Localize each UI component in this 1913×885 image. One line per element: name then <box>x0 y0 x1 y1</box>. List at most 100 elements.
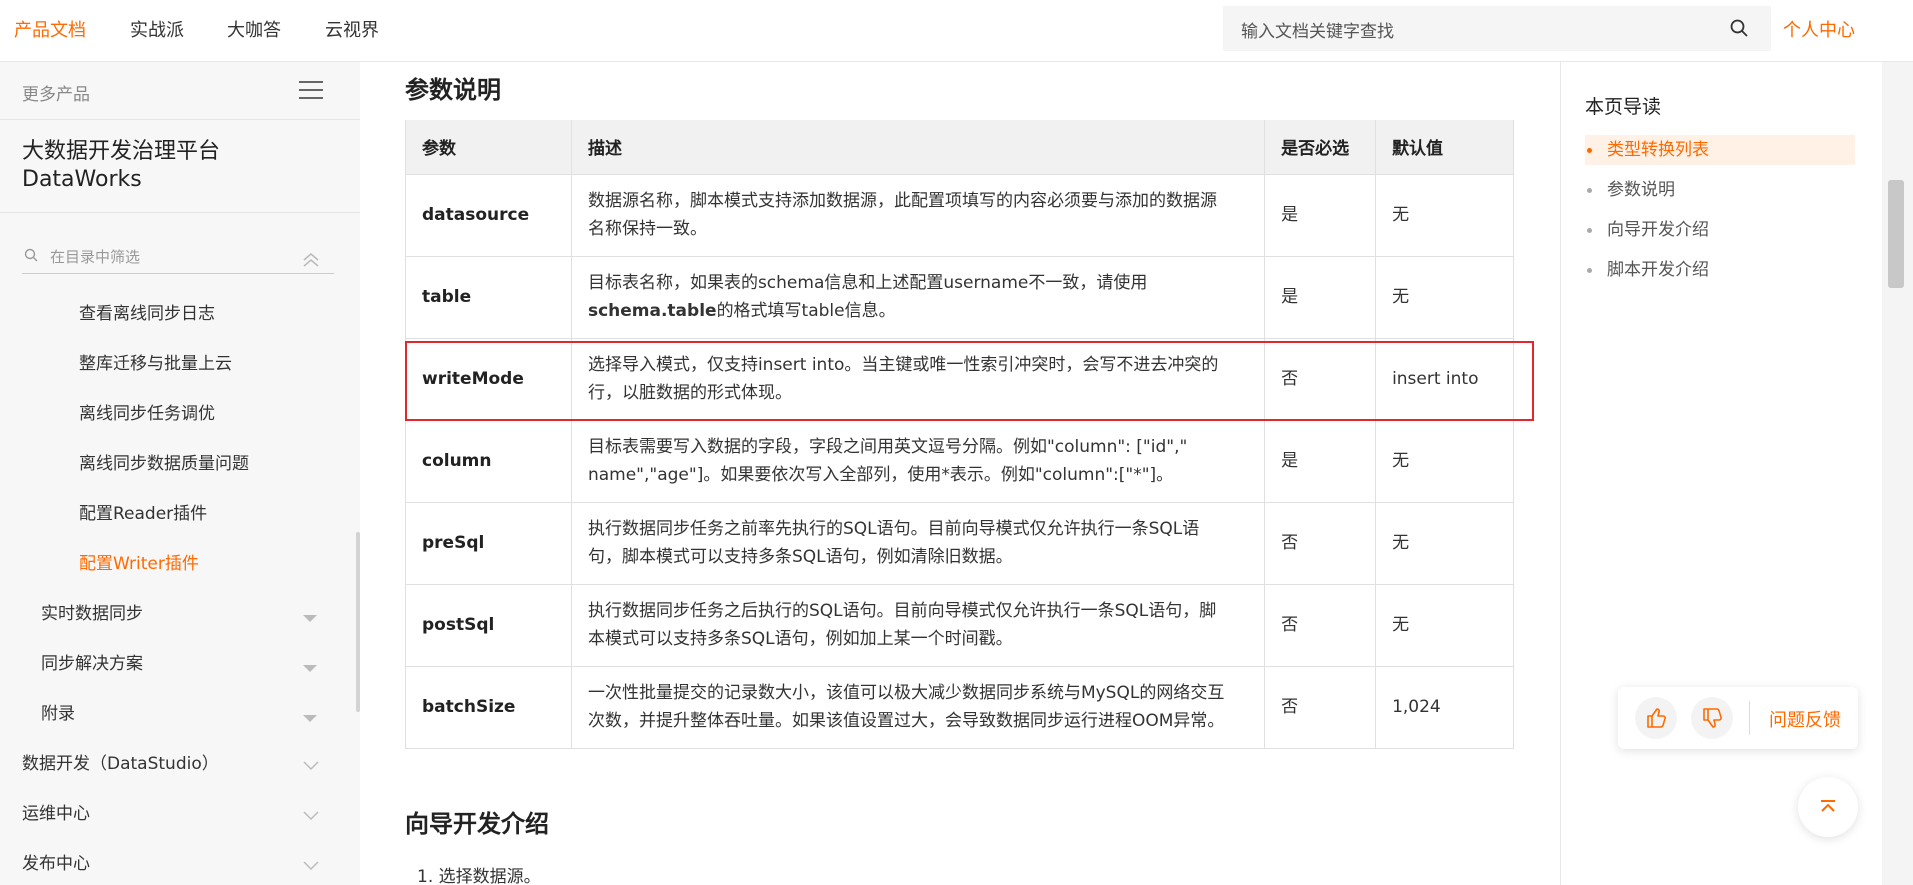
sidebar-item-sync-tuning[interactable]: 离线同步任务调优 <box>79 399 215 424</box>
sidebar-item-release-center[interactable]: 发布中心 <box>22 849 90 874</box>
param-name: writeMode <box>405 338 572 421</box>
param-default: 无 <box>1375 174 1514 257</box>
nav-cloud-vision[interactable]: 云视界 <box>325 16 379 42</box>
toc-item-params[interactable]: 参数说明 <box>1585 175 1855 205</box>
table-row: batchSize 一次性批量提交的记录数大小，该值可以极大减少数据同步系统与M… <box>405 666 1514 749</box>
param-default: 无 <box>1375 420 1514 503</box>
search-icon <box>24 247 38 266</box>
doc-sidebar: 更多产品 大数据开发治理平台 DataWorks 在目录中筛选 查看离线同步日志… <box>0 62 360 885</box>
chevron-down-icon[interactable] <box>303 856 319 875</box>
desc-text: 目标表需要写入数据的字段，字段之间用英文逗号分隔。例如"column": ["i… <box>587 437 1188 457</box>
user-center-link[interactable]: 个人中心 <box>1783 16 1855 42</box>
doc-search-input[interactable]: 输入文档关键字查找 <box>1223 6 1771 51</box>
nav-expert-qa[interactable]: 大咖答 <box>227 16 281 42</box>
desc-text: 本模式可以支持多条SQL语句，例如加上某一个时间戳。 <box>587 629 1013 649</box>
thumbs-up-icon[interactable] <box>1635 697 1677 739</box>
main-content: 参数说明 参数 描述 是否必选 默认值 datasource 数据源名称，脚本模… <box>360 62 1560 885</box>
param-desc: 一次性批量提交的记录数大小，该值可以极大减少数据同步系统与MySQL的网络交互次… <box>570 666 1265 749</box>
sidebar-item-db-migration[interactable]: 整库迁移与批量上云 <box>79 349 232 374</box>
desc-text: 选择导入模式，仅支持insert into。当主键或唯一性索引冲突时，会写不进去… <box>587 355 1219 375</box>
sidebar-item-writer-plugin[interactable]: 配置Writer插件 <box>79 549 199 574</box>
feedback-button[interactable]: 问题反馈 <box>1769 706 1841 732</box>
search-icon[interactable] <box>1729 18 1749 42</box>
divider <box>0 212 360 213</box>
param-name: column <box>405 420 572 503</box>
param-desc: 目标表名称，如果表的schema信息和上述配置username不一致，请使用 sc… <box>570 256 1265 339</box>
product-title-cn: 大数据开发治理平台 <box>22 139 221 164</box>
param-required: 否 <box>1264 584 1376 667</box>
sidebar-item-sync-solutions[interactable]: 同步解决方案 <box>41 649 143 674</box>
toc-title: 本页导读 <box>1585 96 1662 118</box>
param-required: 是 <box>1264 256 1376 339</box>
chevron-down-icon[interactable] <box>303 806 319 825</box>
param-desc: 选择导入模式，仅支持insert into。当主键或唯一性索引冲突时，会写不进去… <box>570 338 1265 421</box>
sidebar-item-datastudio[interactable]: 数据开发（DataStudio） <box>22 749 219 774</box>
filter-placeholder: 在目录中筛选 <box>50 248 141 266</box>
column-header: 是否必选 <box>1264 120 1376 175</box>
desc-text: 名称保持一致。 <box>587 219 707 239</box>
divider <box>1560 62 1561 885</box>
sidebar-item-reader-plugin[interactable]: 配置Reader插件 <box>79 499 207 524</box>
more-products-label[interactable]: 更多产品 <box>22 80 90 105</box>
sidebar-item-offline-sync-log[interactable]: 查看离线同步日志 <box>79 299 215 324</box>
param-required: 是 <box>1264 420 1376 503</box>
param-default: 无 <box>1375 502 1514 585</box>
desc-text: name","age"]。如果要依次写入全部列，使用*表示。例如"column"… <box>587 465 1174 485</box>
desc-text: 目标表名称，如果表的schema信息和上述配置username不一致，请使用 <box>587 273 1148 293</box>
back-to-top-button[interactable] <box>1798 777 1858 837</box>
section-title-guide: 向导开发介绍 <box>405 810 549 838</box>
desc-text: 次数，并提升整体吞吐量。如果该值设置过大，会导致数据同步运行进程OOM异常。 <box>587 711 1225 731</box>
chevron-down-icon[interactable] <box>303 756 319 775</box>
sidebar-item-appendix[interactable]: 附录 <box>41 699 75 724</box>
desc-text: 一次性批量提交的记录数大小，该值可以极大减少数据同步系统与MySQL的网络交互 <box>587 683 1225 703</box>
desc-text: 句，脚本模式可以支持多条SQL语句，例如清除旧数据。 <box>587 547 1013 567</box>
table-header-row: 参数 描述 是否必选 默认值 <box>405 120 1514 175</box>
toc-item-type-conversion[interactable]: 类型转换列表 <box>1585 135 1855 165</box>
nav-product-docs[interactable]: 产品文档 <box>14 16 86 42</box>
param-table: 参数 描述 是否必选 默认值 datasource 数据源名称，脚本模式支持添加… <box>405 120 1514 749</box>
sidebar-item-realtime-sync[interactable]: 实时数据同步 <box>41 599 143 624</box>
menu-icon[interactable] <box>299 80 323 104</box>
param-name: postSql <box>405 584 572 667</box>
param-desc: 数据源名称，脚本模式支持添加数据源，此配置项填写的内容必须要与添加的数据源 名称保… <box>570 174 1265 257</box>
param-name: table <box>405 256 572 339</box>
desc-text: 行，以脏数据的形式体现。 <box>587 383 792 403</box>
param-desc: 执行数据同步任务之后执行的SQL语句。目前向导模式仅允许执行一条SQL语句，脚本… <box>570 584 1265 667</box>
table-row: table 目标表名称，如果表的schema信息和上述配置username不一致… <box>405 256 1514 339</box>
top-nav-bar: 产品文档 实战派 大咖答 云视界 输入文档关键字查找 个人中心 <box>0 0 1913 62</box>
param-default: 1,024 <box>1375 666 1514 749</box>
caret-down-icon[interactable] <box>303 708 317 727</box>
param-default: 无 <box>1375 584 1514 667</box>
column-header: 参数 <box>405 120 572 175</box>
column-header: 描述 <box>570 120 1265 175</box>
collapse-up-icon[interactable] <box>302 252 320 271</box>
table-row: preSql 执行数据同步任务之前率先执行的SQL语句。目前向导模式仅允许执行一… <box>405 502 1514 585</box>
sidebar-item-data-quality[interactable]: 离线同步数据质量问题 <box>79 449 249 474</box>
table-row: datasource 数据源名称，脚本模式支持添加数据源，此配置项填写的内容必须… <box>405 174 1514 257</box>
toc-filter-input[interactable]: 在目录中筛选 <box>22 242 334 274</box>
param-name: batchSize <box>405 666 572 749</box>
table-row: column 目标表需要写入数据的字段，字段之间用英文逗号分隔。例如"colum… <box>405 420 1514 503</box>
nav-practice[interactable]: 实战派 <box>130 16 184 42</box>
param-required: 否 <box>1264 502 1376 585</box>
param-desc: 执行数据同步任务之前率先执行的SQL语句。目前向导模式仅允许执行一条SQL语 句，… <box>570 502 1265 585</box>
thumbs-down-icon[interactable] <box>1691 697 1733 739</box>
caret-down-icon[interactable] <box>303 608 317 627</box>
param-default: 无 <box>1375 256 1514 339</box>
table-row: postSql 执行数据同步任务之后执行的SQL语句。目前向导模式仅允许执行一条… <box>405 584 1514 667</box>
toc-item-script-dev[interactable]: 脚本开发介绍 <box>1585 255 1855 285</box>
desc-text: 数据源名称，脚本模式支持添加数据源，此配置项填写的内容必须要与添加的数据源 <box>587 191 1217 211</box>
page-scrollbar-thumb[interactable] <box>1888 180 1904 288</box>
feedback-widget: 问题反馈 <box>1618 687 1858 749</box>
param-required: 否 <box>1264 666 1376 749</box>
divider <box>0 119 360 120</box>
sidebar-item-ops-center[interactable]: 运维中心 <box>22 799 90 824</box>
param-default: insert into <box>1375 338 1514 421</box>
caret-down-icon[interactable] <box>303 658 317 677</box>
divider <box>1749 701 1750 735</box>
column-header: 默认值 <box>1375 120 1514 175</box>
desc-bold-text: schema.table <box>587 301 717 321</box>
toc-item-guide-dev[interactable]: 向导开发介绍 <box>1585 215 1855 245</box>
search-placeholder: 输入文档关键字查找 <box>1241 22 1394 42</box>
param-name: preSql <box>405 502 572 585</box>
